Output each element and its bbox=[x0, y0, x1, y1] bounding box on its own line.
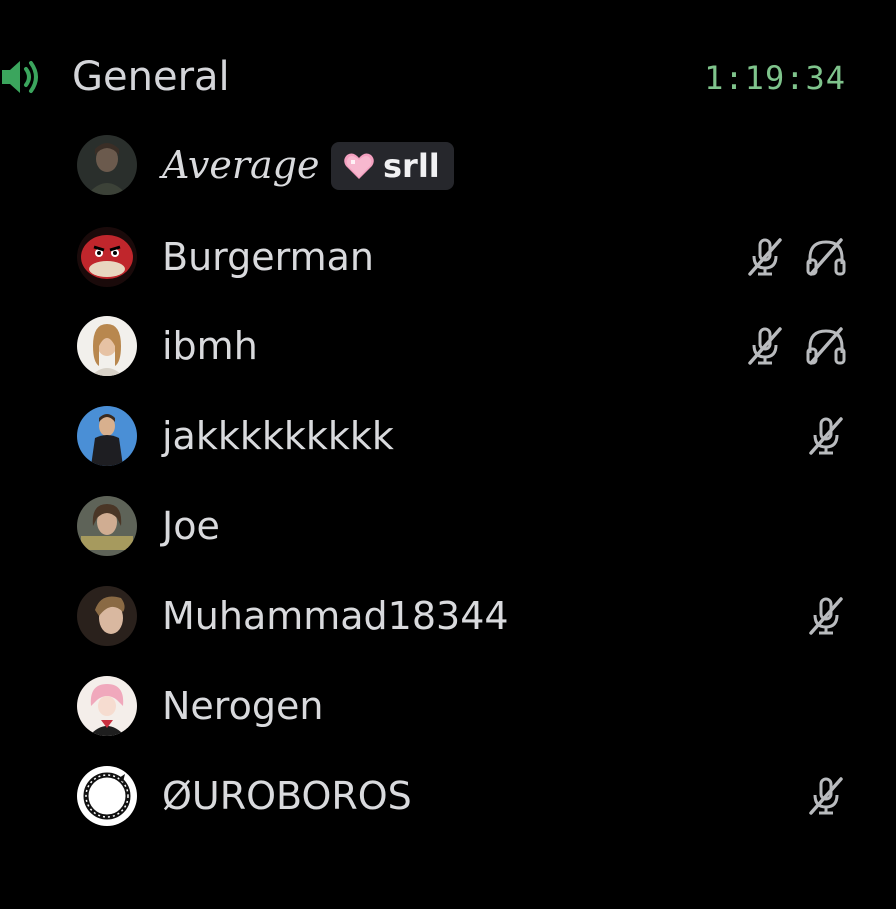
member-name: jakkkkkkkkk bbox=[162, 414, 394, 458]
voice-channel-header[interactable]: General 1:19:34 bbox=[0, 46, 896, 108]
member-name: Nerogen bbox=[162, 684, 324, 728]
muted-mic-icon bbox=[809, 597, 843, 635]
voice-member-jakkkkkkkkk[interactable]: jakkkkkkkkk bbox=[0, 396, 896, 476]
avatar bbox=[77, 676, 137, 736]
member-name: Joe bbox=[162, 504, 220, 548]
avatar bbox=[77, 766, 137, 826]
voice-member-average[interactable]: Average srll bbox=[0, 125, 896, 205]
avatar bbox=[77, 227, 137, 287]
channel-name: General bbox=[72, 54, 230, 100]
muted-mic-icon bbox=[809, 777, 843, 815]
voice-member-ouroboros[interactable]: ØUROBOROS bbox=[0, 756, 896, 836]
voice-member-nerogen[interactable]: Nerogen bbox=[0, 666, 896, 746]
muted-mic-icon bbox=[748, 238, 782, 276]
server-tag-label: srll bbox=[383, 147, 440, 185]
avatar bbox=[77, 406, 137, 466]
pink-heart-icon bbox=[344, 153, 374, 179]
member-name: Burgerman bbox=[162, 235, 374, 279]
voice-member-muhammad18344[interactable]: Muhammad18344 bbox=[0, 576, 896, 656]
speaker-icon bbox=[2, 61, 38, 93]
member-name: ØUROBOROS bbox=[162, 774, 412, 818]
avatar bbox=[77, 316, 137, 376]
muted-mic-icon bbox=[809, 417, 843, 455]
member-name: Average bbox=[162, 143, 320, 187]
voice-channel-panel: General 1:19:34 Average srll Burgerman i… bbox=[0, 0, 896, 909]
avatar bbox=[77, 586, 137, 646]
avatar bbox=[77, 135, 137, 195]
muted-mic-icon bbox=[748, 327, 782, 365]
voice-member-joe[interactable]: Joe bbox=[0, 486, 896, 566]
member-name: Muhammad18344 bbox=[162, 594, 509, 638]
voice-member-burgerman[interactable]: Burgerman bbox=[0, 217, 896, 297]
server-tag-badge[interactable]: srll bbox=[331, 142, 454, 190]
avatar bbox=[77, 496, 137, 556]
voice-member-ibmh[interactable]: ibmh bbox=[0, 306, 896, 386]
deafened-headphones-icon bbox=[806, 327, 846, 365]
call-timer: 1:19:34 bbox=[704, 59, 846, 97]
deafened-headphones-icon bbox=[806, 238, 846, 276]
member-name: ibmh bbox=[162, 324, 258, 368]
